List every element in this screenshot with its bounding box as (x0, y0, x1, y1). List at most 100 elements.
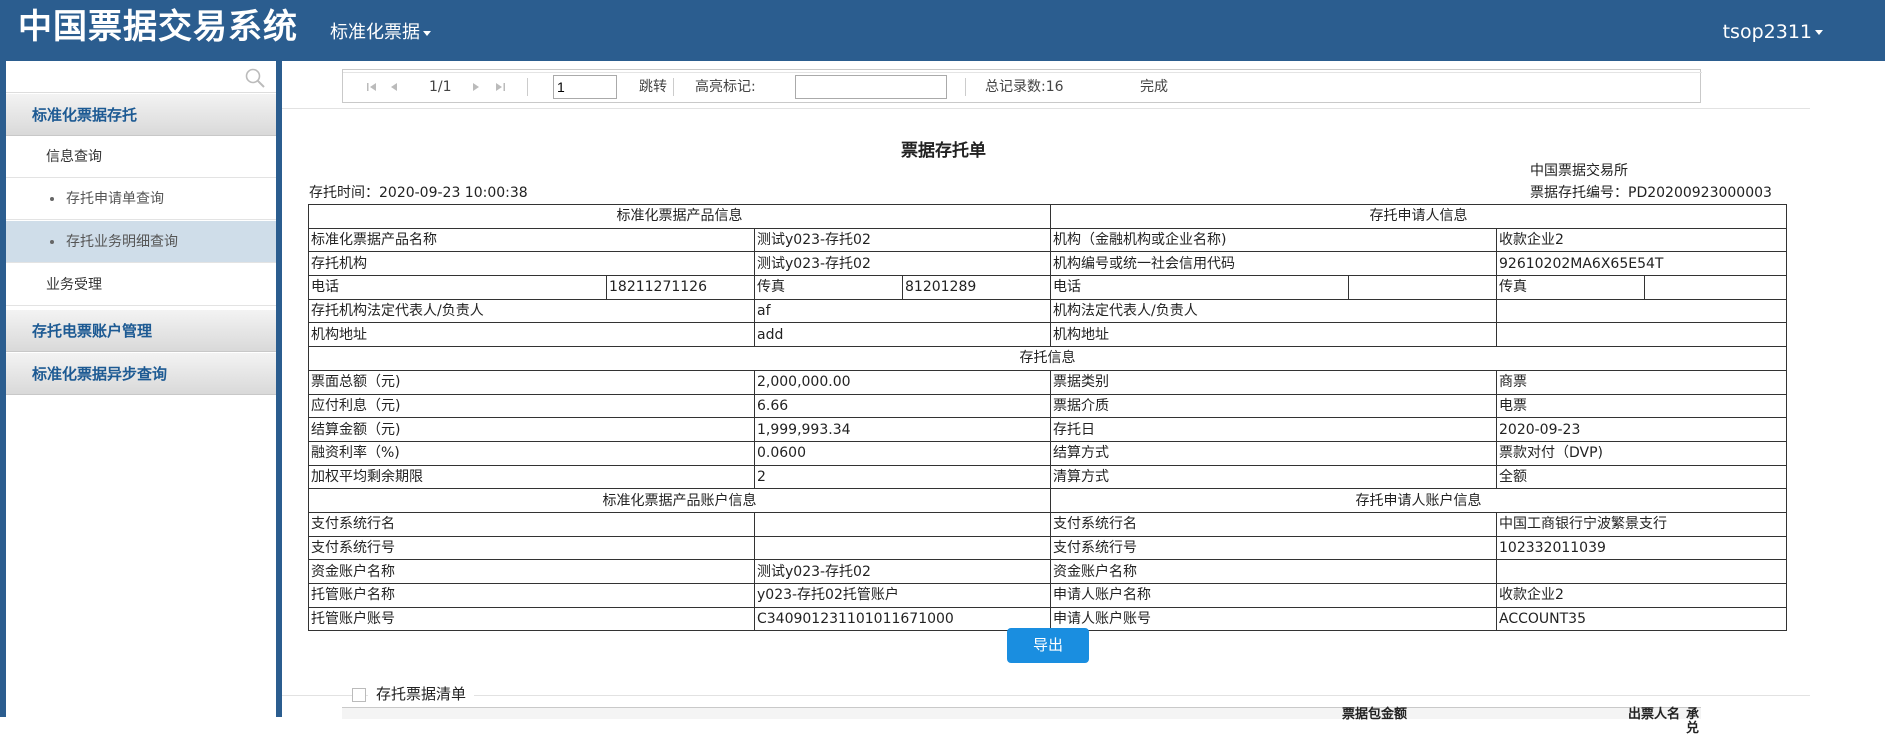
table-row: 标准化票据产品账户信息 存托申请人账户信息 (308, 488, 1787, 513)
field-label: 机构法定代表人/负责人 (1050, 298, 1497, 324)
field-label: 机构编号或统一社会信用代码 (1050, 251, 1497, 277)
field-value: 收款企业2 (1496, 227, 1787, 253)
highlight-label: 高亮标记: (695, 79, 756, 95)
sidebar-group-standard-deposit[interactable]: 标准化票据存托 (6, 94, 276, 136)
column-header: 出票人名 (1628, 707, 1681, 722)
field-value (1496, 322, 1787, 348)
sidebar-item-label: 存托申请单查询 (66, 191, 164, 207)
field-value: 票款对付（DVP) (1496, 440, 1787, 466)
field-value (754, 535, 1051, 561)
pager-divider (965, 78, 966, 96)
issuer-name: 中国票据交易所 (1530, 163, 1628, 179)
field-value (1348, 275, 1497, 300)
prev-page-icon[interactable] (387, 80, 401, 94)
chevron-down-icon (423, 30, 431, 36)
field-value: 商票 (1496, 369, 1787, 395)
field-value: 2,000,000.00 (754, 369, 1051, 395)
table-row: 融资利率（%) 0.0600 结算方式 票款对付（DVP) (308, 440, 1787, 466)
document-title: 票据存托单 (901, 141, 986, 161)
field-value: 1,999,993.34 (754, 417, 1051, 442)
field-label: 结算方式 (1050, 440, 1497, 466)
divider (282, 108, 1810, 109)
sidebar-item-application-query[interactable]: 存托申请单查询 (6, 178, 276, 220)
field-value (1644, 275, 1787, 300)
field-value: C340901231101011671000 (754, 606, 1051, 632)
bill-list-header: 票据包金额 出票人名 承兑 (342, 707, 1701, 736)
table-row: 应付利息（元) 6.66 票据介质 电票 (308, 393, 1787, 419)
page-number-input[interactable] (553, 75, 617, 99)
collapse-toggle[interactable] (352, 688, 366, 702)
field-value: 测试y023-存托02 (754, 251, 1051, 277)
divider (282, 695, 1810, 696)
field-value (754, 511, 1051, 537)
field-value: 中国工商银行宁波繁景支行 (1496, 511, 1787, 537)
highlight-input[interactable] (795, 75, 947, 99)
total-records: 总记录数:16 (985, 79, 1064, 95)
sidebar-group-deposit-account[interactable]: 存托电票账户管理 (6, 310, 276, 352)
nav-menu-label: 标准化票据 (330, 22, 420, 43)
table-row: 标准化票据产品信息 存托申请人信息 (308, 204, 1787, 229)
field-label: 结算金额（元) (308, 417, 755, 442)
grid-header-strip (343, 70, 1702, 73)
table-row: 票面总额（元) 2,000,000.00 票据类别 商票 (308, 369, 1787, 395)
sidebar-group-async-query[interactable]: 标准化票据异步查询 (6, 353, 276, 395)
next-page-icon[interactable] (469, 80, 483, 94)
table-row: 存托信息 (308, 346, 1787, 371)
table-row: 加权平均剩余期限 2 清算方式 全额 (308, 464, 1787, 490)
field-value: ACCOUNT35 (1496, 606, 1787, 632)
field-label: 托管账户账号 (308, 606, 755, 632)
sidebar-search-input[interactable] (10, 65, 240, 89)
user-name: tsop2311 (1722, 21, 1812, 43)
field-value: 6.66 (754, 393, 1051, 419)
field-label: 标准化票据产品名称 (308, 227, 755, 253)
field-value: af (754, 298, 1051, 324)
bullet-icon (50, 240, 54, 244)
last-page-icon[interactable] (493, 80, 507, 94)
chevron-down-icon (1815, 30, 1823, 35)
table-row: 支付系统行号 支付系统行号 102332011039 (308, 535, 1787, 561)
pager-divider (527, 78, 528, 96)
field-value: y023-存托02托管账户 (754, 583, 1051, 608)
sidebar-search (6, 61, 276, 93)
field-label: 资金账户名称 (1050, 559, 1497, 584)
field-label: 支付系统行名 (308, 511, 755, 537)
field-label: 存托机构法定代表人/负责人 (308, 298, 755, 324)
pager-divider (673, 78, 674, 96)
field-label: 支付系统行名 (1050, 511, 1497, 537)
bullet-icon (50, 197, 54, 201)
field-value: 收款企业2 (1496, 583, 1787, 608)
jump-button[interactable]: 跳转 (639, 78, 667, 96)
column-header: 票据包金额 (1342, 707, 1408, 722)
field-value: 2020-09-23 (1496, 417, 1787, 442)
field-label: 支付系统行号 (308, 535, 755, 561)
user-menu[interactable]: tsop2311 (1723, 20, 1823, 44)
search-icon[interactable] (244, 67, 266, 89)
field-label: 融资利率（%) (308, 440, 755, 466)
field-label: 存托机构 (308, 251, 755, 277)
field-label: 资金账户名称 (308, 559, 755, 584)
first-page-icon[interactable] (365, 80, 379, 94)
table-row: 存托机构法定代表人/负责人 af 机构法定代表人/负责人 (308, 298, 1787, 324)
sidebar-item-business-acceptance[interactable]: 业务受理 (6, 264, 276, 306)
bill-list-title: 存托票据清单 (368, 683, 475, 705)
page-indicator: 1/1 (429, 79, 452, 95)
field-label: 电话 (308, 275, 607, 300)
field-label: 存托日 (1050, 417, 1497, 442)
section-header: 标准化票据产品信息 (308, 204, 1051, 229)
field-value: 92610202MA6X65E54T (1496, 251, 1787, 277)
field-label: 清算方式 (1050, 464, 1497, 490)
field-label: 加权平均剩余期限 (308, 464, 755, 490)
field-label: 传真 (754, 275, 903, 300)
field-label: 申请人账户名称 (1050, 583, 1497, 608)
field-label: 支付系统行号 (1050, 535, 1497, 561)
field-label: 票据类别 (1050, 369, 1497, 395)
field-value: add (754, 322, 1051, 348)
sidebar-item-business-detail-query[interactable]: 存托业务明细查询 (6, 221, 276, 263)
app-title: 中国票据交易系统 (18, 7, 298, 47)
field-value: 2 (754, 464, 1051, 490)
field-label: 机构地址 (1050, 322, 1497, 348)
section-header: 存托申请人账户信息 (1050, 488, 1787, 513)
deposit-time: 存托时间：2020-09-23 10:00:38 (309, 185, 528, 201)
nav-menu-standard-bill[interactable]: 标准化票据 (330, 21, 431, 45)
export-button[interactable]: 导出 (1007, 628, 1089, 663)
